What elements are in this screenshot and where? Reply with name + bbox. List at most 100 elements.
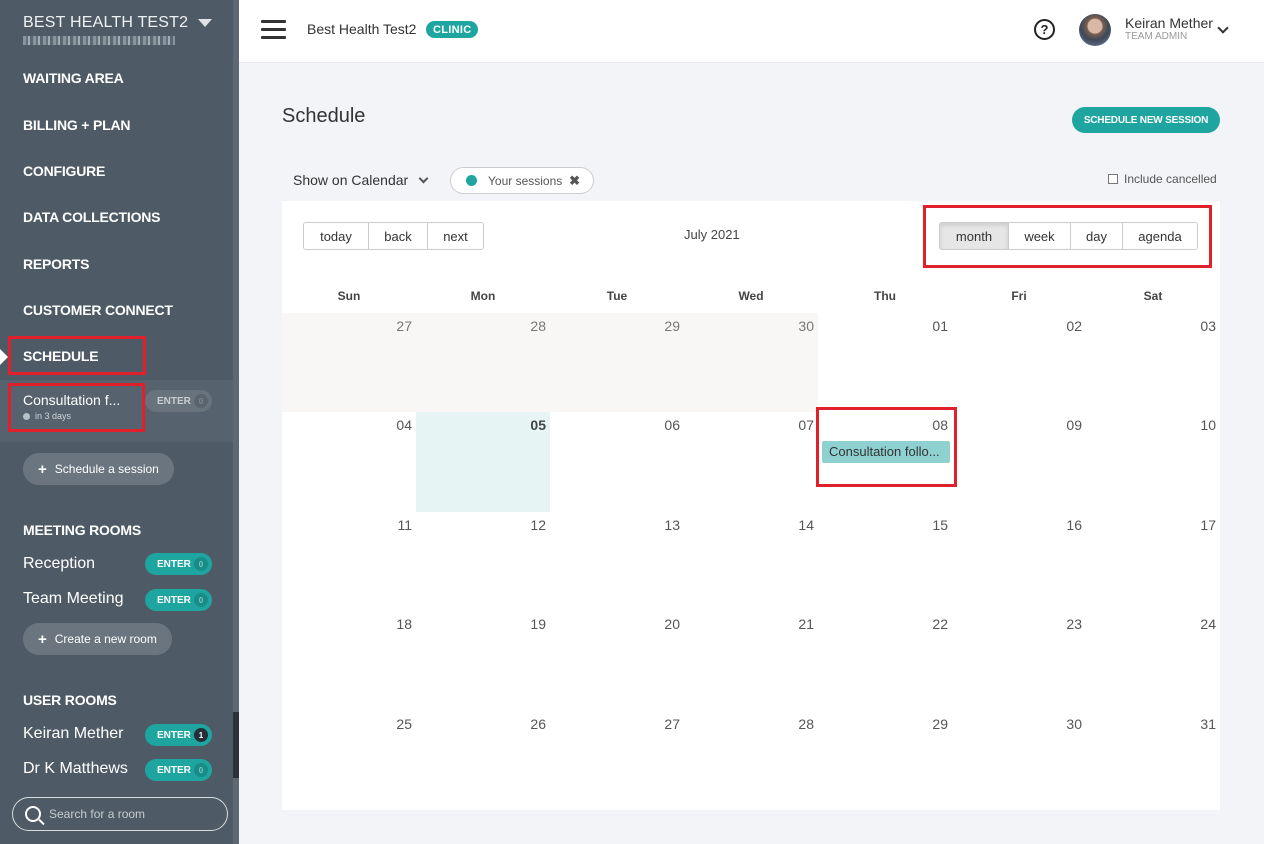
date-number[interactable]: 25 xyxy=(282,716,412,732)
org-subtitle-blurred xyxy=(23,36,175,45)
user-role: TEAM ADMIN xyxy=(1125,31,1188,42)
day-header-thu: Thu xyxy=(874,289,896,303)
filter-chip-label: Your sessions xyxy=(488,173,563,188)
search-icon xyxy=(25,806,41,822)
user-avatar[interactable] xyxy=(1079,14,1111,46)
participant-count: 1 xyxy=(194,728,208,742)
page-title: Schedule xyxy=(282,105,366,127)
enter-label: ENTER xyxy=(157,395,191,407)
clinic-badge: CLINIC xyxy=(426,21,479,38)
dr-matthews-enter-button[interactable]: ENTER 0 xyxy=(145,759,212,781)
date-number[interactable]: 04 xyxy=(282,417,412,433)
date-number[interactable]: 27 xyxy=(282,318,412,334)
schedule-session-button[interactable]: + Schedule a session xyxy=(23,453,174,485)
nav-billing-plan[interactable]: BILLING + PLAN xyxy=(23,117,130,133)
date-number[interactable]: 27 xyxy=(550,716,680,732)
close-icon[interactable]: ✖ xyxy=(569,173,580,189)
org-name: BEST HEALTH TEST2 xyxy=(23,14,189,31)
highlight-box-schedule xyxy=(8,336,146,375)
org-switcher[interactable]: BEST HEALTH TEST2 xyxy=(23,14,213,32)
chevron-down-icon xyxy=(418,173,429,184)
date-number[interactable]: 13 xyxy=(550,517,680,533)
sidebar-scrollbar[interactable] xyxy=(233,0,239,844)
date-number[interactable]: 29 xyxy=(818,716,948,732)
room-dr-k-matthews[interactable]: Dr K Matthews xyxy=(23,760,128,778)
search-placeholder: Search for a room xyxy=(49,807,146,821)
scrollbar-thumb[interactable] xyxy=(233,712,239,778)
show-on-calendar-dropdown[interactable]: Show on Calendar xyxy=(293,172,429,188)
create-room-label: Create a new room xyxy=(54,632,157,646)
date-number[interactable]: 24 xyxy=(1086,616,1216,632)
include-cancelled-checkbox[interactable]: Include cancelled xyxy=(1108,172,1217,186)
date-number[interactable]: 10 xyxy=(1086,417,1216,433)
enter-label: ENTER xyxy=(157,729,191,741)
create-room-button[interactable]: + Create a new room xyxy=(23,623,172,655)
date-number[interactable]: 30 xyxy=(684,318,814,334)
date-number[interactable]: 15 xyxy=(818,517,948,533)
date-number[interactable]: 30 xyxy=(952,716,1082,732)
date-number[interactable]: 14 xyxy=(684,517,814,533)
meeting-rooms-title: MEETING ROOMS xyxy=(23,522,141,538)
top-bar: Best Health Test2 CLINIC ? Keiran Mether… xyxy=(239,0,1264,63)
room-search-input[interactable]: Search for a room xyxy=(12,797,228,831)
nav-waiting-area[interactable]: WAITING AREA xyxy=(23,70,124,86)
include-cancelled-label: Include cancelled xyxy=(1124,172,1217,186)
highlight-box-views xyxy=(923,205,1212,268)
date-number[interactable]: 26 xyxy=(416,716,546,732)
nav-configure[interactable]: CONFIGURE xyxy=(23,163,105,179)
date-number[interactable]: 02 xyxy=(952,318,1082,334)
date-number[interactable]: 28 xyxy=(416,318,546,334)
date-number[interactable]: 18 xyxy=(282,616,412,632)
team-meeting-enter-button[interactable]: ENTER 0 xyxy=(145,589,212,611)
date-number[interactable]: 19 xyxy=(416,616,546,632)
nav-customer-connect[interactable]: CUSTOMER CONNECT xyxy=(23,302,173,318)
date-number[interactable]: 21 xyxy=(684,616,814,632)
date-number[interactable]: 03 xyxy=(1086,318,1216,334)
back-button[interactable]: back xyxy=(369,223,428,249)
date-number[interactable]: 23 xyxy=(952,616,1082,632)
nav-reports[interactable]: REPORTS xyxy=(23,256,89,272)
room-reception[interactable]: Reception xyxy=(23,555,95,573)
day-header-mon: Mon xyxy=(470,289,496,303)
help-icon[interactable]: ? xyxy=(1034,19,1055,40)
plus-icon: + xyxy=(38,460,47,478)
show-on-calendar-label: Show on Calendar xyxy=(293,172,409,188)
day-header-tue: Tue xyxy=(606,289,628,303)
date-number[interactable]: 28 xyxy=(684,716,814,732)
highlight-box-session xyxy=(8,383,145,432)
date-number[interactable]: 06 xyxy=(550,417,680,433)
keiran-enter-button[interactable]: ENTER 1 xyxy=(145,724,212,746)
upcoming-session-enter-button[interactable]: ENTER 0 xyxy=(145,390,212,412)
date-number[interactable]: 29 xyxy=(550,318,680,334)
reception-enter-button[interactable]: ENTER 0 xyxy=(145,553,212,575)
filter-color-dot-icon xyxy=(466,175,477,186)
plus-icon: + xyxy=(38,630,47,648)
date-number[interactable]: 31 xyxy=(1086,716,1216,732)
room-team-meeting[interactable]: Team Meeting xyxy=(23,590,124,608)
day-header-wed: Wed xyxy=(738,289,764,303)
filter-chip-your-sessions[interactable]: Your sessions ✖ xyxy=(450,167,594,194)
chevron-down-icon[interactable] xyxy=(1217,22,1229,34)
date-number[interactable]: 20 xyxy=(550,616,680,632)
date-number[interactable]: 09 xyxy=(952,417,1082,433)
room-keiran-mether[interactable]: Keiran Mether xyxy=(23,725,124,743)
date-number[interactable]: 05 xyxy=(416,417,546,433)
nav-data-collections[interactable]: DATA COLLECTIONS xyxy=(23,209,161,225)
checkbox-icon[interactable] xyxy=(1108,174,1118,184)
date-number[interactable]: 11 xyxy=(282,517,412,533)
today-button[interactable]: today xyxy=(304,223,369,249)
date-number[interactable]: 22 xyxy=(818,616,948,632)
calendar: today back next July 2021 month week day… xyxy=(282,201,1220,810)
date-number[interactable]: 07 xyxy=(684,417,814,433)
user-name[interactable]: Keiran Mether xyxy=(1125,15,1213,31)
hamburger-menu-icon[interactable] xyxy=(261,20,286,40)
day-header-sun: Sun xyxy=(337,289,361,303)
date-number[interactable]: 12 xyxy=(416,517,546,533)
day-header-fri: Fri xyxy=(1011,289,1027,303)
schedule-new-session-button[interactable]: SCHEDULE NEW SESSION xyxy=(1072,107,1220,133)
date-number[interactable]: 01 xyxy=(818,318,948,334)
participant-count: 0 xyxy=(194,593,208,607)
date-number[interactable]: 16 xyxy=(952,517,1082,533)
next-button[interactable]: next xyxy=(428,223,483,249)
date-number[interactable]: 17 xyxy=(1086,517,1216,533)
